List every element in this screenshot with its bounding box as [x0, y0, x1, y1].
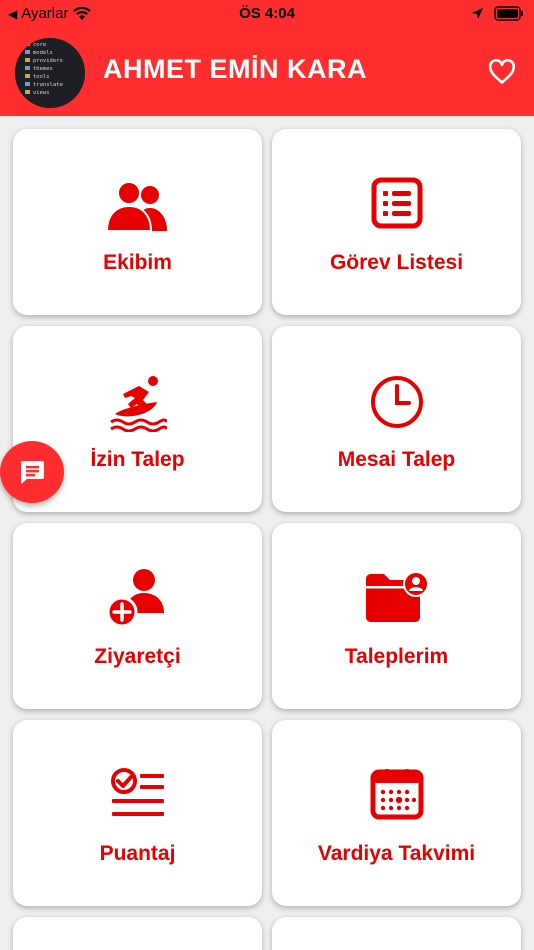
avatar-file-icon: [25, 82, 30, 86]
card-overtime-request[interactable]: Mesai Talep: [272, 326, 521, 512]
avatar-file-label: providers: [33, 58, 63, 64]
card-timesheet[interactable]: Puantaj: [13, 720, 262, 906]
avatar-file-icon: [25, 66, 30, 70]
avatar-file-label: core: [33, 42, 46, 48]
avatar-file-label: models: [33, 50, 53, 56]
heart-icon[interactable]: [488, 58, 516, 86]
calendar-icon: [370, 769, 423, 820]
card-visitor-label: Ziyaretçi: [94, 645, 181, 668]
checklist-icon: [110, 768, 164, 816]
avatar-file-label: translate: [33, 82, 63, 88]
card-task-list[interactable]: Görev Listesi: [272, 129, 521, 315]
chat-icon: [21, 461, 44, 484]
status-bar: ◀ Ayarlar ÖS 4:04: [0, 0, 534, 28]
battery-icon: [494, 6, 523, 21]
clock-icon: [370, 376, 423, 428]
surfing-icon: [109, 376, 167, 432]
card-my-requests[interactable]: Taleplerim: [272, 523, 521, 709]
avatar-file-label: themes: [33, 66, 53, 72]
team-icon: [105, 181, 167, 232]
card-team-label: Ekibim: [103, 251, 172, 274]
avatar-file-icon: [25, 42, 30, 46]
avatar-file-label: tools: [33, 74, 50, 80]
app-header: core models providers themes tools translate v…: [0, 28, 534, 116]
card-timesheet-label: Puantaj: [99, 842, 176, 865]
avatar-file-icon: [25, 50, 30, 54]
card-task-list-label: Görev Listesi: [329, 251, 464, 274]
card-my-requests-label: Taleplerim: [344, 645, 449, 668]
avatar-file-icon: [25, 74, 30, 78]
avatar-file-icon: [25, 58, 30, 62]
clock-time: ÖS 4:04: [239, 5, 295, 22]
card-visitor[interactable]: Ziyaretçi: [13, 523, 262, 709]
card-partial-right[interactable]: [272, 917, 521, 950]
chat-fab-button[interactable]: [0, 441, 64, 503]
card-partial-left[interactable]: [13, 917, 262, 950]
add-person-icon: [106, 569, 164, 628]
folder-user-icon: [365, 571, 429, 622]
avatar[interactable]: core models providers themes tools translate v…: [15, 38, 85, 108]
user-name: AHMET EMİN KARA: [103, 54, 367, 84]
avatar-file-label: views: [33, 90, 50, 96]
menu-grid: Ekibim Görev Listesi İzin Talep Mesai Ta…: [0, 116, 534, 950]
card-shift-calendar[interactable]: Vardiya Takvimi: [272, 720, 521, 906]
location-arrow-icon: [472, 8, 483, 19]
card-overtime-request-label: Mesai Talep: [337, 448, 456, 471]
task-list-icon: [371, 177, 422, 229]
card-team[interactable]: Ekibim: [13, 129, 262, 315]
avatar-file-icon: [25, 90, 30, 94]
card-shift-calendar-label: Vardiya Takvimi: [317, 842, 476, 865]
